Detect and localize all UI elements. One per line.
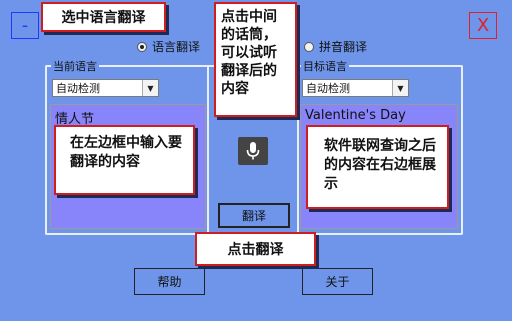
target-language-value: 自动检测: [306, 82, 350, 95]
callout-click-translate: 点击翻译: [195, 232, 316, 266]
source-group-title: 当前语言: [51, 58, 99, 74]
callout-input: 在左边框中输入要翻译的内容: [54, 125, 195, 195]
radio-text-translate-label: 语言翻译: [152, 40, 201, 54]
translate-button[interactable]: 翻译: [218, 203, 290, 228]
microphone-icon: [246, 142, 260, 160]
callout-output: 软件联网查询之后的内容在右边框展示: [306, 125, 449, 209]
chevron-down-icon[interactable]: ▼: [392, 80, 408, 96]
source-language-select[interactable]: 自动检测 ▼: [52, 79, 159, 97]
radio-pinyin-translate-label: 拼音翻译: [319, 40, 368, 54]
callout-listen: 点击中间的话筒，可以试听翻译后的内容: [214, 2, 297, 117]
target-group-title: 目标语言: [301, 58, 349, 74]
close-button[interactable]: X: [469, 12, 497, 39]
callout-select-mode: 选中语言翻译: [41, 2, 166, 32]
microphone-button[interactable]: [238, 137, 268, 165]
target-text: Valentine's Day: [305, 108, 406, 123]
about-button[interactable]: 关于: [302, 268, 373, 295]
radio-text-translate[interactable]: 语言翻译: [137, 38, 200, 55]
minimize-button[interactable]: -: [11, 12, 39, 39]
radio-unselected-icon: [304, 41, 314, 52]
source-language-value: 自动检测: [56, 82, 100, 95]
target-language-select[interactable]: 自动检测 ▼: [302, 79, 409, 97]
radio-selected-icon: [137, 41, 147, 52]
chevron-down-icon[interactable]: ▼: [142, 80, 158, 96]
radio-pinyin-translate[interactable]: 拼音翻译: [304, 38, 367, 55]
help-button[interactable]: 帮助: [134, 268, 205, 295]
